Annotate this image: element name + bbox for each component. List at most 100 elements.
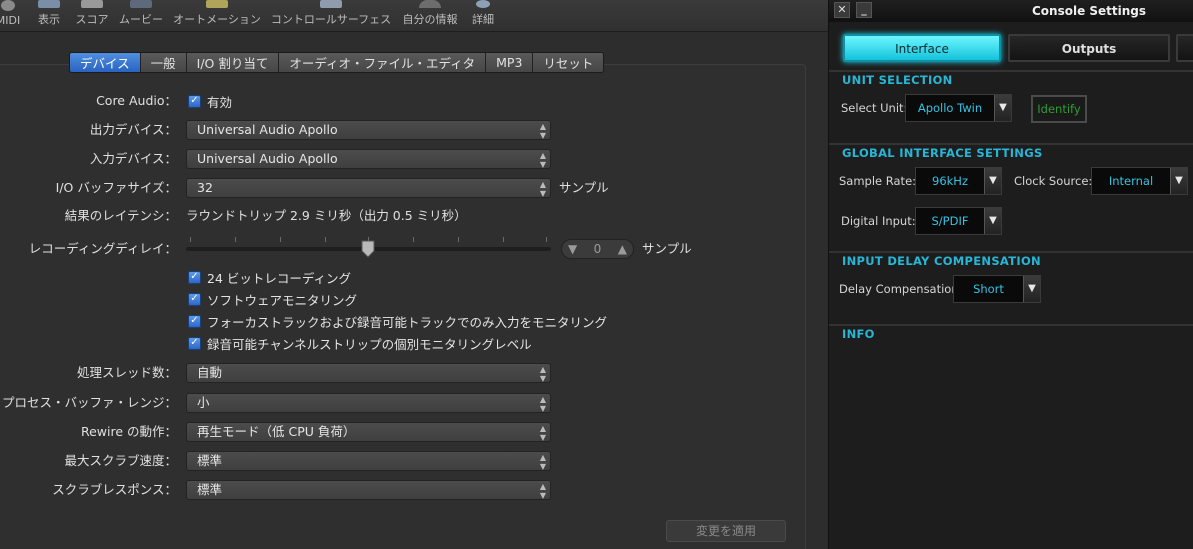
checkbox-24bit-recording[interactable]: ✓ 24 ビットレコーディング bbox=[188, 268, 351, 286]
updown-arrows-icon: ▲ ▼ bbox=[539, 424, 546, 442]
processing-threads-select[interactable]: 自動 ▲ ▼ bbox=[186, 363, 551, 383]
slider-tick bbox=[190, 237, 191, 242]
console-settings-window: Console Settings ✕ _ Interface Outputs U… bbox=[828, 0, 1193, 549]
output-device-label: 出力デバイス： bbox=[89, 122, 177, 137]
delay-compensation-label: Delay Compensation: bbox=[839, 282, 963, 296]
buffer-size-label: I/O バッファサイズ： bbox=[55, 180, 177, 195]
updown-arrows-icon: ▲ ▼ bbox=[539, 151, 546, 169]
tab-interface[interactable]: Interface bbox=[843, 34, 1001, 62]
rewire-label: Rewire の動作： bbox=[80, 424, 177, 439]
rewire-select[interactable]: 再生モード（低 CPU 負荷） ▲ ▼ bbox=[186, 422, 551, 442]
scrub-response-select[interactable]: 標準 ▲ ▼ bbox=[186, 480, 551, 500]
recording-delay-label: レコーディングディレイ： bbox=[28, 241, 177, 256]
stepper-down-icon[interactable]: ▼ bbox=[568, 242, 577, 256]
slider-tick bbox=[458, 237, 459, 242]
gear-icon bbox=[476, 0, 490, 8]
tab-outputs[interactable]: Outputs bbox=[1008, 34, 1170, 62]
updown-arrows-icon: ▲ ▼ bbox=[539, 395, 546, 413]
slider-tick bbox=[503, 237, 504, 242]
chevron-down-icon: ▼ bbox=[984, 208, 1001, 234]
toolbar-automation[interactable]: オートメーション bbox=[171, 0, 263, 32]
slider-tick bbox=[325, 237, 326, 242]
checkmark-icon: ✓ bbox=[188, 94, 201, 108]
slider-tick bbox=[546, 237, 547, 242]
toolbar-movie[interactable]: ムービー bbox=[117, 0, 165, 32]
checkbox-focus-track-monitoring[interactable]: ✓ フォーカストラックおよび録音可能トラックでのみ入力をモニタリング bbox=[188, 312, 607, 330]
tab-mp3[interactable]: MP3 bbox=[486, 53, 534, 72]
updown-arrows-icon: ▲ ▼ bbox=[539, 453, 546, 471]
slider-tick bbox=[280, 237, 281, 242]
sample-rate-label: Sample Rate: bbox=[839, 174, 917, 188]
control-surface-icon bbox=[320, 0, 342, 8]
select-unit-label: Select Unit: bbox=[841, 101, 908, 115]
buffer-size-unit: サンプル bbox=[559, 180, 609, 195]
max-scrub-speed-select[interactable]: 標準 ▲ ▼ bbox=[186, 451, 551, 471]
scrub-response-label: スクラブレスポンス： bbox=[52, 482, 177, 497]
toolbar-my-info[interactable]: 自分の情報 bbox=[400, 0, 460, 32]
updown-arrows-icon: ▲ ▼ bbox=[539, 365, 546, 383]
sample-rate-dropdown[interactable]: 96kHz ▼ bbox=[915, 167, 1002, 195]
tab-io-assignments[interactable]: I/O 割り当て bbox=[186, 53, 280, 72]
checkmark-icon: ✓ bbox=[188, 336, 201, 350]
close-icon[interactable]: ✕ bbox=[834, 2, 850, 18]
recording-delay-unit: サンプル bbox=[642, 241, 692, 256]
select-unit-dropdown[interactable]: Apollo Twin ▼ bbox=[905, 94, 1012, 122]
preferences-tabs: デバイス 一般 I/O 割り当て オーディオ・ファイル・エディタ MP3 リセッ… bbox=[69, 52, 605, 73]
display-icon bbox=[38, 0, 60, 8]
latency-label: 結果のレイテンシ： bbox=[64, 208, 177, 223]
updown-arrows-icon: ▲ ▼ bbox=[539, 482, 546, 500]
input-device-select[interactable]: Universal Audio Apollo ▲ ▼ bbox=[186, 149, 551, 169]
checkmark-icon: ✓ bbox=[188, 270, 201, 284]
delay-compensation-dropdown[interactable]: Short ▼ bbox=[953, 275, 1041, 303]
toolbar-control-surfaces[interactable]: コントロールサーフェス bbox=[268, 0, 394, 32]
toolbar-score[interactable]: スコア bbox=[74, 0, 110, 32]
toolbar-display[interactable]: 表示 bbox=[34, 0, 64, 32]
info-header: INFO bbox=[829, 324, 1193, 342]
apply-changes-button[interactable]: 変更を適用 bbox=[666, 520, 786, 542]
digital-input-label: Digital Input: bbox=[841, 214, 916, 228]
recording-delay-stepper[interactable]: ▼ 0 ▲ bbox=[561, 239, 634, 259]
chevron-down-icon: ▼ bbox=[984, 168, 1001, 194]
automation-icon bbox=[206, 0, 228, 8]
unit-selection-header: UNIT SELECTION bbox=[829, 70, 1193, 88]
my-info-icon bbox=[419, 0, 441, 8]
slider-knob[interactable] bbox=[361, 240, 375, 258]
toolbar-midi[interactable]: MIDI bbox=[0, 0, 22, 32]
buffer-size-select[interactable]: 32 ▲ ▼ bbox=[186, 178, 551, 198]
minimize-icon[interactable]: _ bbox=[856, 2, 872, 18]
checkbox-software-monitoring[interactable]: ✓ ソフトウェアモニタリング bbox=[188, 290, 357, 308]
tab-general[interactable]: 一般 bbox=[140, 53, 187, 72]
chevron-down-icon: ▼ bbox=[1170, 168, 1187, 194]
chevron-down-icon: ▼ bbox=[994, 95, 1011, 121]
tab-overflow[interactable] bbox=[1176, 34, 1193, 62]
preferences-window: MIDI 表示 スコア ムービー オートメーション コントロールサーフェス 自分… bbox=[0, 0, 828, 549]
checkmark-icon: ✓ bbox=[188, 292, 201, 306]
console-title: Console Settings bbox=[1031, 4, 1147, 18]
slider-tick bbox=[413, 237, 414, 242]
slider-tick bbox=[235, 237, 236, 242]
tab-audio-file-editor[interactable]: オーディオ・ファイル・エディタ bbox=[279, 53, 487, 72]
tab-reset[interactable]: リセット bbox=[533, 53, 604, 72]
console-titlebar: Console Settings ✕ _ bbox=[829, 0, 1193, 22]
latency-value: ラウンドトリップ 2.9 ミリ秒（出力 0.5 ミリ秒） bbox=[186, 208, 467, 223]
identify-button[interactable]: Identify bbox=[1031, 95, 1087, 123]
preferences-toolbar: MIDI 表示 スコア ムービー オートメーション コントロールサーフェス 自分… bbox=[0, 0, 828, 32]
movie-icon bbox=[130, 0, 152, 8]
core-audio-checkbox[interactable]: ✓ 有効 bbox=[188, 92, 232, 110]
midi-icon bbox=[1, 0, 15, 11]
output-device-select[interactable]: Universal Audio Apollo ▲ ▼ bbox=[186, 120, 551, 140]
digital-input-dropdown[interactable]: S/PDIF ▼ bbox=[915, 207, 1002, 235]
tab-devices[interactable]: デバイス bbox=[70, 53, 141, 72]
input-device-label: 入力デバイス： bbox=[89, 151, 177, 166]
global-interface-settings-header: GLOBAL INTERFACE SETTINGS bbox=[829, 143, 1193, 161]
clock-source-dropdown[interactable]: Internal ▼ bbox=[1091, 167, 1188, 195]
process-buffer-range-select[interactable]: 小 ▲ ▼ bbox=[186, 393, 551, 413]
processing-threads-label: 処理スレッド数： bbox=[76, 365, 177, 380]
core-audio-label: Core Audio： bbox=[96, 93, 177, 108]
clock-source-label: Clock Source: bbox=[1014, 174, 1093, 188]
chevron-down-icon: ▼ bbox=[1023, 276, 1040, 302]
checkbox-independent-monitoring-level[interactable]: ✓ 録音可能チャンネルストリップの個別モニタリングレベル bbox=[188, 334, 532, 352]
stepper-up-icon[interactable]: ▲ bbox=[618, 242, 627, 256]
max-scrub-speed-label: 最大スクラブ速度： bbox=[64, 453, 177, 468]
toolbar-advanced[interactable]: 詳細 bbox=[468, 0, 498, 32]
